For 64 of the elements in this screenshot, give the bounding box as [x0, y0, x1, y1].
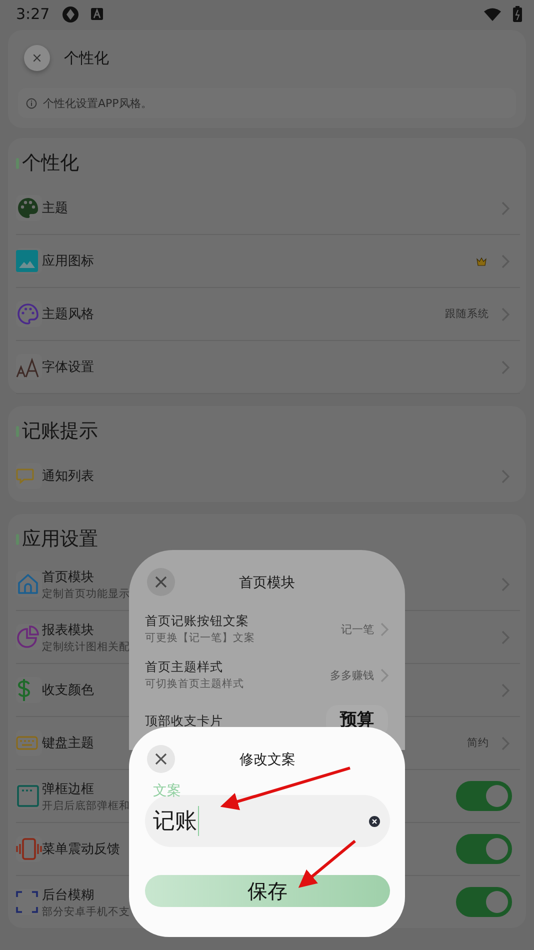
app-logo-icon	[62, 6, 79, 22]
setting-label: 后台模糊	[42, 886, 94, 904]
app-letter-icon	[90, 8, 103, 20]
close-button[interactable]	[147, 745, 175, 773]
toggle-switch[interactable]	[456, 834, 512, 864]
setting-value: 简约	[467, 736, 489, 750]
option-value: 多多赚钱	[330, 668, 374, 682]
setting-label: 报表模块	[42, 622, 94, 638]
page-title: 个性化	[64, 48, 109, 68]
option-label: 顶部收支卡片	[145, 712, 224, 730]
dollar-icon	[16, 678, 32, 702]
option-label: 首页记账按钮文案	[145, 613, 250, 630]
close-button[interactable]	[147, 568, 175, 596]
wifi-icon	[484, 8, 501, 20]
clear-icon[interactable]	[369, 816, 380, 826]
option-description: 可切换首页主题样式	[145, 677, 245, 691]
window-icon	[16, 784, 40, 808]
info-icon	[26, 98, 37, 108]
setting-value: 跟随系统	[445, 307, 489, 321]
setting-label: 首页模块	[42, 568, 94, 586]
option-description: 可更换【记一笔】文案	[145, 631, 256, 645]
option-label: 首页主题样式	[145, 659, 224, 676]
setting-label: 应用图标	[42, 253, 94, 270]
section-title: 记账提示	[22, 419, 98, 444]
dialog-title: 首页模块	[239, 574, 295, 592]
palette-icon	[16, 196, 40, 220]
save-button[interactable]: 保存	[145, 875, 390, 907]
setting-label: 主题	[42, 200, 68, 217]
close-icon	[155, 753, 167, 765]
setting-description: 定制统计图相关配	[42, 640, 130, 654]
battery-icon	[513, 6, 522, 22]
dialog-title: 修改文案	[240, 751, 296, 769]
setting-label: 字体设置	[42, 359, 94, 376]
setting-description: 开启后底部弹框和	[42, 798, 130, 812]
keyboard-icon	[16, 736, 38, 750]
chevron-icon	[380, 622, 389, 636]
setting-description: 定制首页功能显示	[42, 586, 130, 600]
image-icon	[16, 250, 38, 272]
palette-icon	[16, 302, 40, 326]
status-time: 3:27	[16, 5, 50, 23]
section-title: 个性化	[22, 151, 79, 176]
house-icon	[16, 572, 40, 596]
setting-description: 部分安卓手机不支	[42, 904, 130, 918]
blur-frame-icon	[16, 891, 38, 913]
setting-label: 通知列表	[42, 468, 94, 485]
section-title: 应用设置	[22, 527, 98, 552]
annotation-arrow	[298, 840, 356, 888]
setting-label: 弹框边框	[42, 780, 94, 798]
option-value: 记一笔	[341, 622, 374, 636]
chevron-icon	[380, 668, 389, 682]
setting-label: 收支颜色	[42, 682, 94, 699]
chat-bubble-icon	[16, 468, 34, 484]
toggle-switch[interactable]	[456, 887, 512, 917]
pie-chart-icon	[16, 625, 40, 649]
back-button[interactable]	[24, 45, 50, 71]
setting-label: 菜单震动反馈	[42, 841, 120, 858]
setting-label: 键盘主题	[42, 735, 94, 752]
vibration-icon	[16, 837, 42, 861]
setting-label: 主题风格	[42, 306, 94, 323]
close-icon	[33, 54, 41, 62]
toggle-switch[interactable]	[456, 781, 512, 811]
crown-icon	[476, 256, 487, 266]
close-icon	[155, 576, 167, 588]
info-text: 个性化设置APP风格。	[43, 96, 152, 110]
